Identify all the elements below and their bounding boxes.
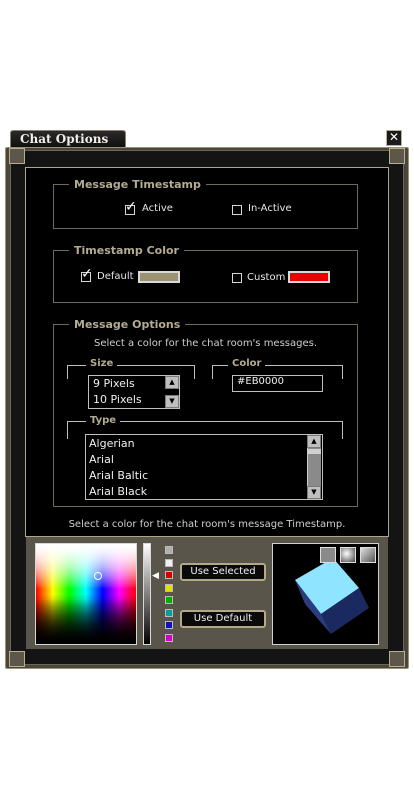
- use-default-button[interactable]: Use Default: [180, 610, 266, 628]
- color-presets: [164, 543, 174, 647]
- close-button[interactable]: ✕: [386, 130, 402, 146]
- color-preset-swatch[interactable]: [165, 596, 173, 604]
- spectrum-cursor[interactable]: [94, 572, 102, 580]
- font-option[interactable]: Arial: [89, 453, 114, 466]
- inactive-checkbox[interactable]: [232, 205, 242, 215]
- color-preset-swatch[interactable]: [165, 633, 173, 642]
- color-preset-swatch[interactable]: [165, 608, 173, 617]
- size-scroll-down[interactable]: ▼: [165, 395, 179, 408]
- custom-color-label: Custom: [247, 272, 286, 283]
- color-preset-swatch[interactable]: [165, 558, 173, 567]
- message-options-description: Select a color for the chat room's messa…: [93, 338, 318, 349]
- color-hex-value: #EB0000: [237, 376, 285, 387]
- frame-corner-ornament: [9, 651, 25, 667]
- size-option[interactable]: 10 Pixels: [93, 393, 142, 406]
- font-option[interactable]: Algerian: [89, 437, 135, 450]
- frame-corner-ornament: [389, 148, 405, 164]
- use-selected-button[interactable]: Use Selected: [180, 563, 266, 581]
- type-scroll-down[interactable]: ▼: [307, 486, 321, 499]
- preview-sphere-button[interactable]: [340, 547, 356, 563]
- custom-color-checkbox[interactable]: [232, 273, 242, 283]
- checkmark-icon: ✓: [81, 266, 93, 282]
- size-option[interactable]: 9 Pixels: [93, 377, 135, 390]
- close-icon: ✕: [388, 130, 400, 144]
- color-preset-swatch[interactable]: [165, 621, 173, 629]
- type-label: Type: [86, 415, 121, 426]
- arrow-down-icon: ▼: [311, 488, 317, 496]
- size-label: Size: [86, 358, 118, 369]
- checkmark-icon: ✓: [125, 199, 137, 215]
- arrow-up-icon: ▲: [311, 437, 317, 445]
- type-scroll-thumb[interactable]: [307, 449, 321, 454]
- color-label: Color: [228, 358, 266, 369]
- slider-arrow-icon[interactable]: ◀: [152, 571, 159, 581]
- brightness-slider[interactable]: [143, 543, 151, 645]
- type-scroll-up[interactable]: ▲: [307, 435, 321, 448]
- frame-corner-ornament: [9, 148, 25, 164]
- inactive-label: In-Active: [248, 203, 292, 214]
- spectrum-shading: [36, 544, 136, 644]
- color-preset-swatch[interactable]: [165, 583, 173, 592]
- default-color-label: Default: [97, 271, 134, 282]
- timestamp-color-title: Timestamp Color: [69, 244, 184, 257]
- arrow-up-icon: ▲: [169, 378, 175, 386]
- size-scroll-up[interactable]: ▲: [165, 376, 179, 389]
- message-timestamp-title: Message Timestamp: [69, 178, 206, 191]
- font-option[interactable]: Arial Black: [89, 485, 147, 498]
- color-preset-swatch[interactable]: [165, 546, 173, 554]
- preview-flat-button[interactable]: [320, 547, 336, 563]
- font-option[interactable]: Arial Baltic: [89, 469, 148, 482]
- preview-cube-button[interactable]: [360, 547, 376, 563]
- window-title: Chat Options: [20, 132, 109, 146]
- frame-corner-ornament: [389, 651, 405, 667]
- active-label: Active: [142, 203, 173, 214]
- default-color-swatch[interactable]: [138, 271, 180, 283]
- message-options-title: Message Options: [69, 318, 186, 331]
- custom-color-swatch[interactable]: [288, 271, 330, 283]
- arrow-down-icon: ▼: [169, 397, 175, 405]
- color-preset-swatch[interactable]: [165, 571, 173, 579]
- timestamp-color-hint: Select a color for the chat room's messa…: [68, 519, 346, 530]
